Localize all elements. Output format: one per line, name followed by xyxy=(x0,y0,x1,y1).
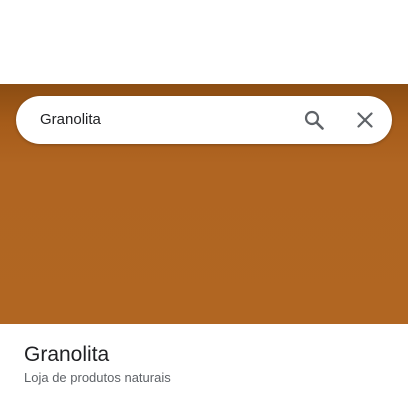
search-query-text[interactable]: Granolita xyxy=(40,110,101,130)
search-bar[interactable]: Granolita xyxy=(16,96,392,144)
close-icon xyxy=(353,108,377,132)
top-blank-area xyxy=(0,0,408,84)
close-button[interactable] xyxy=(353,108,377,132)
place-screen: Granolita Granolita Loja de produtos nat… xyxy=(0,0,408,408)
place-title: Granolita xyxy=(24,343,110,366)
search-button[interactable] xyxy=(302,108,326,132)
place-category: Loja de produtos naturais xyxy=(24,370,171,385)
search-icon xyxy=(302,108,326,132)
